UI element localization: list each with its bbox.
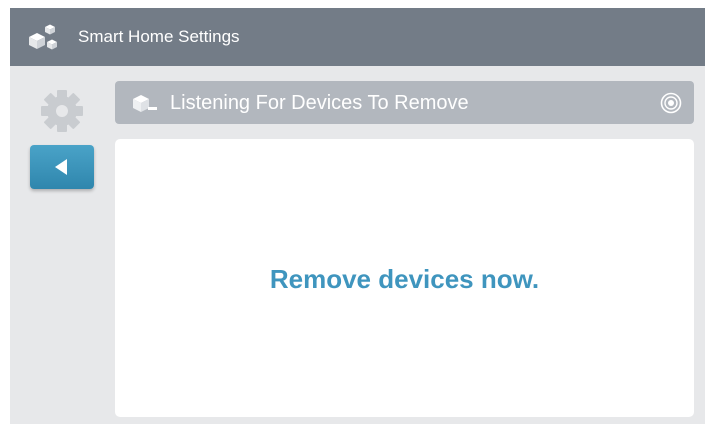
status-message: Remove devices now.	[269, 264, 540, 294]
app-title: Smart Home Settings	[78, 27, 240, 46]
header-title: Listening For Devices To Remove	[170, 92, 469, 114]
triangle-left-icon	[55, 159, 67, 175]
cube-minus-icon	[131, 91, 159, 115]
header-bar: Listening For Devices To Remove	[115, 81, 694, 124]
target-icon	[660, 92, 682, 114]
title-bar: Smart Home Settings	[10, 8, 705, 66]
back-button[interactable]	[30, 145, 94, 189]
gear-icon[interactable]	[39, 88, 85, 134]
screen: Smart Home Settings Listening For Device…	[10, 8, 705, 424]
cubes-logo-icon	[26, 22, 60, 52]
main-panel: Remove devices now.	[115, 139, 694, 417]
